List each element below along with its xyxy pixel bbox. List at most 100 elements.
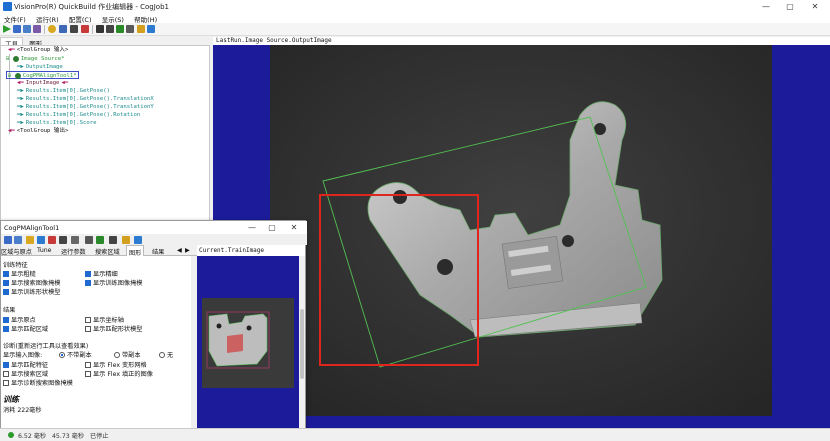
- settings-icon[interactable]: [71, 236, 79, 244]
- checkbox-icon[interactable]: [85, 317, 91, 323]
- open-icon[interactable]: [26, 236, 34, 244]
- check-icon[interactable]: [96, 236, 104, 244]
- chart-icon[interactable]: [122, 236, 130, 244]
- record-icon[interactable]: [33, 25, 41, 33]
- checkbox-show-match-shape[interactable]: 显示匹配形状模型: [85, 324, 143, 333]
- checkbox-show-train-shape[interactable]: 显示训练形状模型: [3, 287, 61, 296]
- tool-window-scrollbar-thumb[interactable]: [300, 309, 304, 379]
- tool-window-title-bar: CogPMAlignTool1 — ▢ ✕: [1, 221, 307, 234]
- checkbox-icon[interactable]: [3, 289, 9, 295]
- tab-results[interactable]: 结果: [152, 247, 164, 256]
- title-bar: VisionPro(R) QuickBuild 作业编辑器 - CogJob1 …: [0, 0, 830, 13]
- radio-icon[interactable]: [59, 352, 65, 358]
- checkbox-icon[interactable]: [3, 280, 9, 286]
- checkbox-icon[interactable]: [85, 326, 91, 332]
- tree-node-result[interactable]: ━▶ Results.Item[0].GetPose(): [17, 87, 110, 95]
- collapse-icon[interactable]: ⊟: [8, 73, 15, 79]
- group-train-features: 训练特征: [3, 262, 28, 269]
- checkbox-show-search-mask[interactable]: 显示搜索图像掩模: [3, 278, 61, 287]
- grid-icon[interactable]: [106, 25, 114, 33]
- output-arrow-icon: ━▶: [17, 112, 24, 118]
- run-icon[interactable]: [4, 236, 12, 244]
- checkbox-icon[interactable]: [3, 371, 9, 377]
- checkbox-icon[interactable]: [3, 362, 9, 368]
- checkbox-icon[interactable]: [3, 326, 9, 332]
- run-continuous-icon[interactable]: [13, 25, 21, 33]
- pmalign-tool-window: CogPMAlignTool1 — ▢ ✕ 区域与原点 Tune 运行参数 搜索…: [0, 220, 307, 437]
- output-arrow-icon: ━▶: [17, 96, 24, 102]
- camera-icon[interactable]: [59, 25, 67, 33]
- tree-node-output-group[interactable]: ◀━ <ToolGroup 输出>: [8, 127, 68, 135]
- checkbox-show-origin[interactable]: 显示原点: [3, 315, 36, 324]
- checkbox-icon[interactable]: [3, 317, 9, 323]
- checkbox-show-coarse[interactable]: 显示粗糙: [3, 269, 36, 278]
- output-arrow-icon: ━▶: [17, 104, 24, 110]
- tool-close-button[interactable]: ✕: [285, 222, 303, 233]
- layout-icon[interactable]: [96, 25, 104, 33]
- checkbox-show-flex-grid[interactable]: 显示 Flex 变形网格: [85, 360, 147, 369]
- tree-node-pmalign-tool[interactable]: ⊟ CogPMAlignTool1*: [6, 71, 79, 79]
- output-arrow-icon: ━▶: [17, 64, 24, 70]
- collapse-icon[interactable]: ⊟: [6, 56, 13, 62]
- image-icon[interactable]: [14, 236, 22, 244]
- tab-scroll-left-icon[interactable]: ◀: [177, 247, 182, 254]
- tree-node-output-image[interactable]: ━▶ OutputImage: [17, 63, 63, 71]
- checkbox-show-match-features[interactable]: 显示匹配特征: [3, 360, 48, 369]
- tool-maximize-button[interactable]: ▢: [263, 222, 281, 233]
- checkbox-show-diag-search-mask[interactable]: 显示诊断搜索图像掩模: [3, 378, 73, 387]
- table-icon[interactable]: [126, 25, 134, 33]
- settings-icon[interactable]: [48, 25, 56, 33]
- tool-minimize-button[interactable]: —: [243, 222, 261, 233]
- minimize-button[interactable]: —: [757, 1, 775, 12]
- checkbox-icon[interactable]: [85, 362, 91, 368]
- reset-icon[interactable]: [48, 236, 56, 244]
- chart-icon[interactable]: [137, 25, 145, 33]
- help-icon[interactable]: [147, 25, 155, 33]
- checkbox-show-axes[interactable]: 显示坐标轴: [85, 315, 124, 324]
- train-image-header: Current.TrainImage: [197, 245, 305, 256]
- tool-icon[interactable]: [59, 236, 67, 244]
- pin-icon[interactable]: [70, 25, 78, 33]
- tree-node-input-image[interactable]: ◀━ InputImage ◀━: [17, 79, 68, 87]
- radio-icon[interactable]: [114, 352, 120, 358]
- tab-run-params[interactable]: 运行参数: [61, 247, 86, 256]
- maximize-button[interactable]: ▢: [781, 1, 799, 12]
- tree-node-image-source[interactable]: ⊟ Image Source*: [6, 55, 65, 63]
- checkbox-icon[interactable]: [85, 371, 91, 377]
- checkbox-show-train-mask[interactable]: 显示训练图像掩模: [85, 278, 143, 287]
- checkbox-icon[interactable]: [3, 380, 9, 386]
- tab-scroll-right-icon[interactable]: ▶: [185, 247, 190, 254]
- check-icon[interactable]: [116, 25, 124, 33]
- radio-with-copy[interactable]: 带副本: [114, 350, 141, 359]
- tree-node-result[interactable]: ━▶ Results.Item[0].Score: [17, 119, 96, 127]
- table-icon[interactable]: [109, 236, 117, 244]
- checkbox-show-match-region[interactable]: 显示匹配区域: [3, 324, 48, 333]
- checkbox-show-search-region[interactable]: 显示搜索区域: [3, 369, 48, 378]
- checkbox-show-flex-corrected[interactable]: 显示 Flex 填正的图像: [85, 369, 153, 378]
- radio-icon[interactable]: [159, 352, 165, 358]
- checkbox-icon[interactable]: [3, 271, 9, 277]
- tab-search-region[interactable]: 搜索区域: [95, 247, 120, 256]
- arrow-icon[interactable]: [81, 25, 89, 33]
- image-icon[interactable]: [23, 25, 31, 33]
- run-once-icon[interactable]: [3, 25, 11, 33]
- close-button[interactable]: ✕: [806, 1, 824, 12]
- radio-none[interactable]: 无: [159, 350, 173, 359]
- help-icon[interactable]: [134, 236, 142, 244]
- tree-node-result[interactable]: ━▶ Results.Item[0].GetPose().Rotation: [17, 111, 140, 119]
- checkbox-icon[interactable]: [85, 280, 91, 286]
- camera-image[interactable]: [270, 45, 772, 416]
- status-ok-icon: [8, 432, 14, 438]
- tree-node-result[interactable]: ━▶ Results.Item[0].GetPose().TranslationY: [17, 103, 154, 111]
- tree-node-input-group[interactable]: ◀━ <ToolGroup 输入>: [8, 46, 68, 54]
- status-bar: 6.52 毫秒 45.73 毫秒 已停止: [0, 428, 830, 441]
- grid-icon[interactable]: [85, 236, 93, 244]
- tree-node-result[interactable]: ━▶ Results.Item[0].GetPose().TranslationX: [17, 95, 154, 103]
- checkbox-show-fine[interactable]: 显示精细: [85, 269, 118, 278]
- tab-region-origin[interactable]: 区域与原点: [1, 247, 32, 256]
- checkbox-icon[interactable]: [85, 271, 91, 277]
- tab-tune[interactable]: Tune: [37, 247, 52, 254]
- radio-no-copy[interactable]: 不带副本: [59, 350, 92, 359]
- train-image-display[interactable]: [197, 256, 299, 437]
- save-icon[interactable]: [37, 236, 45, 244]
